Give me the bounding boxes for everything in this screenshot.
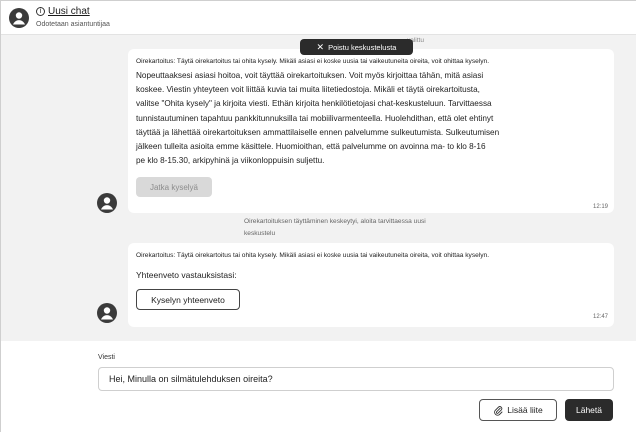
continue-survey-button[interactable]: Jatka kyselyä (136, 177, 212, 197)
survey-summary-button[interactable]: Kyselyn yhteenveto (136, 289, 240, 310)
leave-chat-button[interactable]: ✕ Poistu keskustelusta (300, 39, 413, 55)
leave-chat-label: Poistu keskustelusta (328, 42, 397, 52)
message-body-line: valitse "Ohita kysely" ja kirjoita viest… (136, 99, 492, 109)
user-avatar-icon (9, 8, 29, 28)
add-attachment-button[interactable]: Lisää liite (479, 399, 557, 421)
message-body-line: täyttää ja lähettää oirekartoituksen amm… (136, 127, 500, 137)
message-body-line: jälkeen tulleita asioita emme käsittele.… (136, 142, 486, 152)
send-button[interactable]: Lähetä (565, 399, 613, 421)
message-timestamp: 12:19 (592, 204, 608, 210)
message-body-line: tunnistautuminen tapahtuu pankkitunnuksi… (136, 113, 494, 123)
paperclip-icon (493, 405, 503, 416)
message-composer: Viesti Lisää liite Lähetä (1, 341, 636, 433)
message-body: Nopeuttaaksesi asiasi hoitoa, voit täytt… (136, 69, 606, 168)
assistant-avatar-icon (97, 303, 117, 323)
message-body-line: Nopeuttaaksesi asiasi hoitoa, voit täytt… (136, 71, 484, 80)
message-list[interactable]: valittu ✕ Poistu keskustelusta Oirekarto… (1, 35, 636, 341)
assistant-avatar-icon (97, 193, 117, 213)
status-note-line: keskustelu (244, 230, 276, 237)
chat-message-bubble: Oirekartoitus: Täytä oirekartoitus tai o… (128, 243, 614, 327)
system-status-note: Oirekartoituksen täyttäminen keskeytyi, … (244, 216, 504, 240)
chat-message-bubble: Oirekartoitus: Täytä oirekartoitus tai o… (128, 49, 614, 213)
message-intro: Oirekartoitus: Täytä oirekartoitus tai o… (136, 58, 490, 65)
chat-title[interactable]: Uusi chat (48, 6, 90, 17)
message-body-line: koskee. Viestin yhteyteen voit liittää k… (136, 85, 480, 95)
message-field-label: Viesti (98, 354, 115, 361)
message-intro: Oirekartoitus: Täytä oirekartoitus tai o… (136, 252, 490, 259)
chat-window: i Uusi chat Odotetaan asiantuntijaa vali… (0, 0, 636, 433)
chat-header: i Uusi chat Odotetaan asiantuntijaa (1, 1, 636, 35)
chat-title-row[interactable]: i Uusi chat (36, 6, 90, 17)
info-icon[interactable]: i (36, 7, 45, 16)
message-body-line: pe klo 8-15.30, arkipyhinä ja viikonlopp… (136, 156, 325, 166)
summary-label: Yhteenveto vastauksistasi: (136, 270, 237, 280)
message-input[interactable] (98, 367, 614, 391)
status-note-line: Oirekartoituksen täyttäminen keskeytyi, … (244, 218, 426, 225)
chat-status-subtitle: Odotetaan asiantuntijaa (36, 21, 110, 28)
close-icon: ✕ (316, 41, 325, 52)
add-attachment-label: Lisää liite (507, 405, 543, 415)
message-timestamp: 12:47 (592, 314, 608, 320)
